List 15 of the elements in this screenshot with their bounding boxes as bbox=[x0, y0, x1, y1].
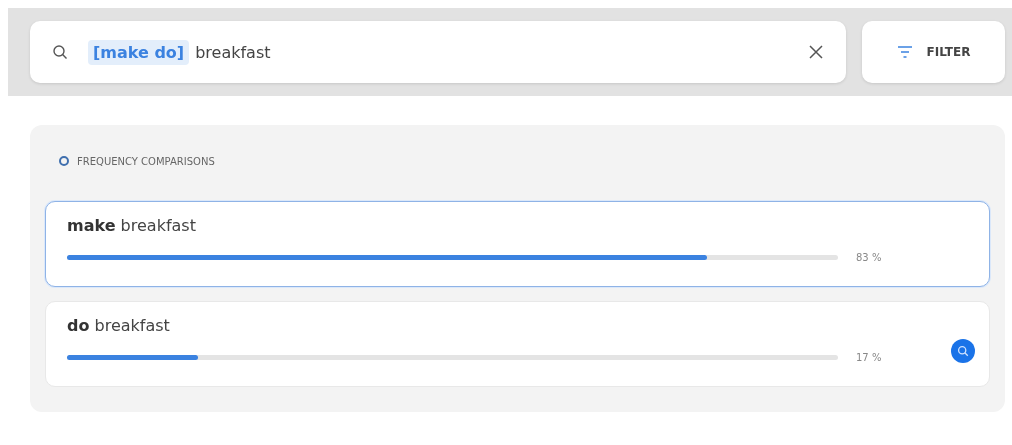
filter-icon bbox=[896, 45, 913, 59]
percent-label: 83 % bbox=[856, 252, 882, 263]
phrase-text: do breakfast bbox=[67, 316, 171, 337]
filter-button[interactable]: FILTER bbox=[862, 21, 1005, 83]
panel-title: FREQUENCY COMPARISONS bbox=[77, 155, 215, 167]
percent-label: 17 % bbox=[856, 352, 882, 363]
search-icon bbox=[957, 345, 969, 357]
search-icon bbox=[52, 44, 68, 60]
phrase-text: make breakfast bbox=[67, 216, 197, 237]
search-field[interactable]: [make do] breakfast bbox=[30, 21, 846, 83]
result-card[interactable]: make breakfast 83 % bbox=[45, 201, 990, 287]
ring-icon bbox=[59, 156, 69, 166]
search-button[interactable] bbox=[951, 339, 975, 363]
result-card[interactable]: do breakfast 17 % bbox=[45, 301, 990, 387]
search-text: breakfast bbox=[195, 42, 271, 62]
